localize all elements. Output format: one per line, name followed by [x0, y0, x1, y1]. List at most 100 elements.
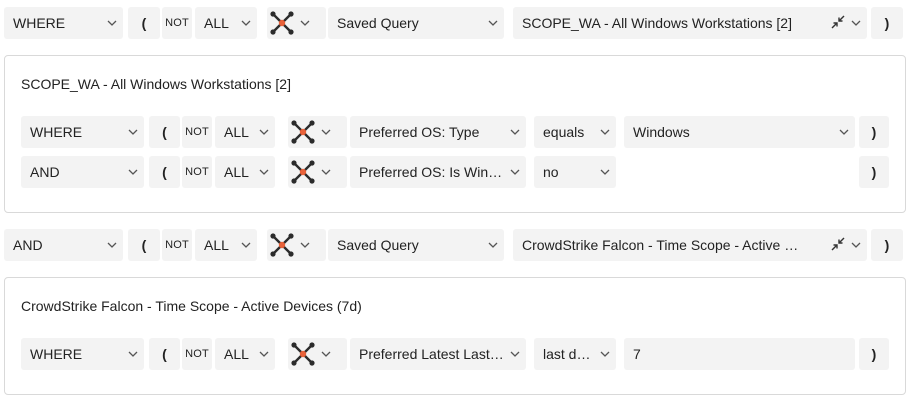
field-select[interactable]: Preferred OS: Is Wind… [350, 156, 526, 188]
saved-query-select[interactable]: CrowdStrike Falcon - Time Scope - Active… [513, 229, 867, 261]
field-value: Saved Query [337, 237, 419, 253]
panel-title: SCOPE_WA - All Windows Workstations [2] [21, 76, 291, 92]
field-value: Preferred Latest Last… [359, 346, 504, 362]
chevron-down-icon [833, 129, 855, 135]
open-paren-toggle[interactable]: ( [128, 229, 160, 261]
adapter-select[interactable] [288, 156, 347, 188]
collapse-icon[interactable] [831, 15, 845, 32]
chevron-down-icon [253, 351, 275, 357]
value-value: Windows [633, 124, 690, 140]
value-input[interactable]: 7 [624, 338, 855, 370]
adapter-select[interactable] [267, 7, 326, 39]
close-paren-toggle[interactable]: ) [859, 338, 889, 370]
chevron-down-icon [101, 20, 123, 26]
close-paren-toggle[interactable]: ) [859, 116, 889, 148]
operator-select[interactable]: AND [21, 156, 144, 188]
scope-select[interactable]: ALL [195, 7, 257, 39]
open-paren-toggle[interactable]: ( [149, 156, 180, 188]
condition-value: equals [543, 124, 585, 140]
condition-value: last d… [543, 346, 591, 362]
chevron-down-icon [122, 129, 144, 135]
crowdstrike-adapter-icon [267, 10, 297, 36]
chevron-down-icon [101, 242, 123, 248]
operator-select[interactable]: WHERE [21, 338, 144, 370]
chevron-down-icon [594, 129, 616, 135]
not-toggle[interactable]: NOT [182, 116, 212, 148]
chevron-down-icon [504, 351, 526, 357]
field-value: Preferred OS: Is Wind… [359, 164, 504, 180]
nested-row-1: WHERE ( NOT ALL Preferred OS: Type equal… [21, 116, 901, 148]
not-toggle[interactable]: NOT [182, 338, 212, 370]
adapter-select[interactable] [288, 338, 347, 370]
field-select[interactable]: Preferred Latest Last… [350, 338, 526, 370]
not-toggle[interactable]: NOT [182, 156, 212, 188]
chevron-down-icon [297, 20, 313, 26]
query-row-1: WHERE ( NOT ALL Saved Query SCOPE_WA - A… [0, 7, 911, 39]
crowdstrike-adapter-icon [288, 341, 318, 367]
saved-query-value: CrowdStrike Falcon - Time Scope - Active… [522, 237, 799, 253]
nested-query-panel-2: CrowdStrike Falcon - Time Scope - Active… [4, 277, 906, 395]
scope-select[interactable]: ALL [215, 338, 275, 370]
chevron-down-icon [594, 351, 616, 357]
scope-value: ALL [204, 237, 229, 253]
chevron-down-icon [845, 242, 867, 248]
open-paren-toggle[interactable]: ( [149, 116, 180, 148]
operator-select[interactable]: WHERE [21, 116, 144, 148]
scope-select[interactable]: ALL [215, 116, 275, 148]
condition-select[interactable]: no [534, 156, 616, 188]
nested-query-panel-1: SCOPE_WA - All Windows Workstations [2] … [4, 55, 906, 213]
operator-select[interactable]: WHERE [4, 7, 123, 39]
adapter-select[interactable] [267, 229, 326, 261]
crowdstrike-adapter-icon [288, 119, 318, 145]
close-paren-toggle[interactable]: ) [859, 156, 889, 188]
collapse-icon[interactable] [831, 237, 845, 254]
open-paren-toggle[interactable]: ( [128, 7, 160, 39]
panel-title: CrowdStrike Falcon - Time Scope - Active… [21, 298, 362, 314]
chevron-down-icon [594, 169, 616, 175]
scope-value: ALL [224, 346, 249, 362]
chevron-down-icon [235, 242, 257, 248]
condition-select[interactable]: last d… [534, 338, 616, 370]
scope-value: ALL [224, 124, 249, 140]
operator-value: WHERE [30, 346, 83, 362]
operator-value: WHERE [13, 15, 66, 31]
not-toggle[interactable]: NOT [162, 7, 192, 39]
query-row-2: AND ( NOT ALL Saved Query CrowdStrike Fa… [0, 229, 911, 261]
chevron-down-icon [253, 129, 275, 135]
scope-select[interactable]: ALL [195, 229, 257, 261]
nested-row-2: AND ( NOT ALL Preferred OS: Is Wind… no … [21, 156, 901, 188]
operator-value: AND [30, 164, 60, 180]
close-paren-toggle[interactable]: ) [871, 229, 903, 261]
value-select[interactable]: Windows [624, 116, 855, 148]
field-select[interactable]: Saved Query [328, 7, 504, 39]
field-select[interactable]: Saved Query [328, 229, 504, 261]
saved-query-value: SCOPE_WA - All Windows Workstations [2] [522, 15, 792, 31]
scope-select[interactable]: ALL [215, 156, 275, 188]
not-toggle[interactable]: NOT [162, 229, 192, 261]
chevron-down-icon [482, 242, 504, 248]
operator-value: AND [13, 237, 43, 253]
chevron-down-icon [297, 242, 313, 248]
chevron-down-icon [504, 169, 526, 175]
nested-row-1: WHERE ( NOT ALL Preferred Latest Last… l… [21, 338, 901, 370]
operator-select[interactable]: AND [4, 229, 123, 261]
value-value: 7 [633, 346, 641, 362]
close-paren-toggle[interactable]: ) [871, 7, 903, 39]
adapter-select[interactable] [288, 116, 347, 148]
chevron-down-icon [318, 351, 334, 357]
field-select[interactable]: Preferred OS: Type [350, 116, 526, 148]
scope-value: ALL [204, 15, 229, 31]
condition-select[interactable]: equals [534, 116, 616, 148]
chevron-down-icon [482, 20, 504, 26]
operator-value: WHERE [30, 124, 83, 140]
chevron-down-icon [253, 169, 275, 175]
field-value: Preferred OS: Type [359, 124, 480, 140]
crowdstrike-adapter-icon [288, 159, 318, 185]
condition-value: no [543, 164, 559, 180]
chevron-down-icon [122, 351, 144, 357]
chevron-down-icon [318, 169, 334, 175]
field-value: Saved Query [337, 15, 419, 31]
saved-query-select[interactable]: SCOPE_WA - All Windows Workstations [2] [513, 7, 867, 39]
crowdstrike-adapter-icon [267, 232, 297, 258]
open-paren-toggle[interactable]: ( [149, 338, 180, 370]
